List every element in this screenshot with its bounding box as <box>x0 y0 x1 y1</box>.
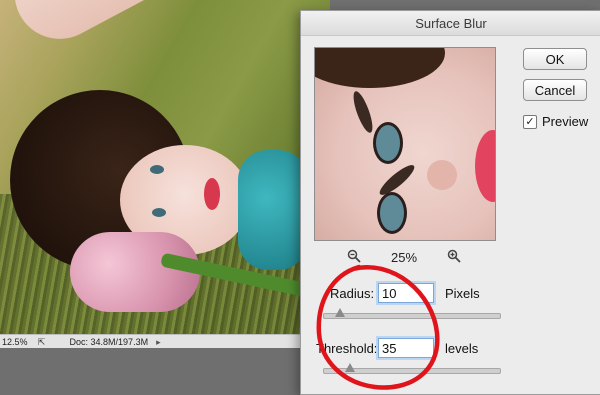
threshold-input[interactable]: 35 <box>378 338 434 358</box>
photo-canvas <box>0 0 330 334</box>
preview-nose <box>427 160 457 190</box>
export-icon[interactable]: ⇱ <box>34 337 50 348</box>
preview-checkbox-label: Preview <box>542 114 589 129</box>
eye <box>150 165 164 174</box>
surface-blur-dialog: Surface Blur 25% OK Cancel ✓ Preview Rad… <box>300 10 600 395</box>
zoom-out-icon[interactable] <box>347 249 361 266</box>
eye <box>152 208 166 217</box>
zoom-readout[interactable]: 12.5% <box>0 337 34 347</box>
radius-slider[interactable] <box>323 308 501 319</box>
threshold-unit: levels <box>445 341 479 356</box>
radius-slider-thumb[interactable] <box>334 308 345 317</box>
radius-input[interactable]: 10 <box>378 283 434 303</box>
dialog-titlebar[interactable]: Surface Blur <box>301 11 600 36</box>
preview-lips <box>475 130 495 202</box>
lips <box>204 178 220 210</box>
scarf <box>238 150 308 270</box>
radius-unit: Pixels <box>445 286 480 301</box>
status-bar: 12.5% ⇱ Doc: 34.8M/197.3M ▸ <box>0 334 330 349</box>
threshold-slider-thumb[interactable] <box>345 363 356 372</box>
zoom-in-icon[interactable] <box>447 249 461 266</box>
preview-pane[interactable] <box>314 47 496 241</box>
cancel-button[interactable]: Cancel <box>523 79 587 101</box>
preview-eye <box>373 122 403 164</box>
threshold-label: Threshold: <box>316 341 378 356</box>
preview-eye <box>377 192 407 234</box>
preview-brow <box>349 89 377 135</box>
doc-info[interactable]: Doc: 34.8M/197.3M <box>50 337 149 347</box>
threshold-slider[interactable] <box>323 363 501 374</box>
arm <box>0 0 245 55</box>
workspace-background <box>0 348 330 393</box>
dialog-title: Surface Blur <box>415 15 487 31</box>
preview-zoom-controls: 25% <box>314 247 494 267</box>
checkmark-icon[interactable]: ✓ <box>523 114 537 129</box>
preview-zoom-level: 25% <box>390 249 418 265</box>
arrow-right-icon[interactable]: ▸ <box>156 337 161 348</box>
preview-hair <box>315 48 445 88</box>
radius-label: Radius: <box>330 286 375 301</box>
preview-checkbox[interactable]: ✓ Preview <box>523 114 588 129</box>
ok-button[interactable]: OK <box>523 48 587 70</box>
flowers <box>70 232 200 312</box>
